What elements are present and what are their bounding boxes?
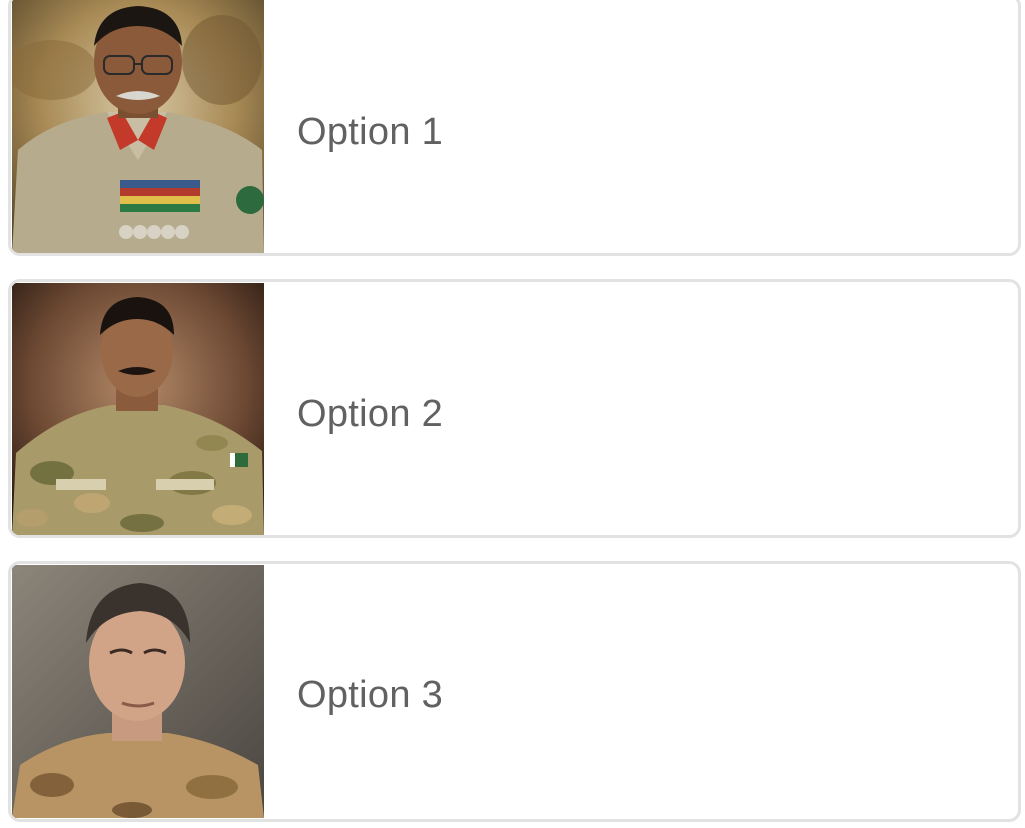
option-3-image (12, 565, 264, 818)
option-1-image (12, 0, 264, 253)
option-2-label: Option 2 (297, 393, 444, 435)
option-card-1[interactable]: Option 1 (8, 0, 1021, 256)
option-card-3[interactable]: Option 3 (8, 561, 1021, 822)
option-2-image (12, 283, 264, 535)
option-1-label: Option 1 (297, 111, 444, 153)
answer-options-list: Option 1 Option 2 Option 3 (0, 0, 1025, 828)
option-3-label: Option 3 (297, 674, 444, 716)
option-card-2[interactable]: Option 2 (8, 279, 1021, 538)
